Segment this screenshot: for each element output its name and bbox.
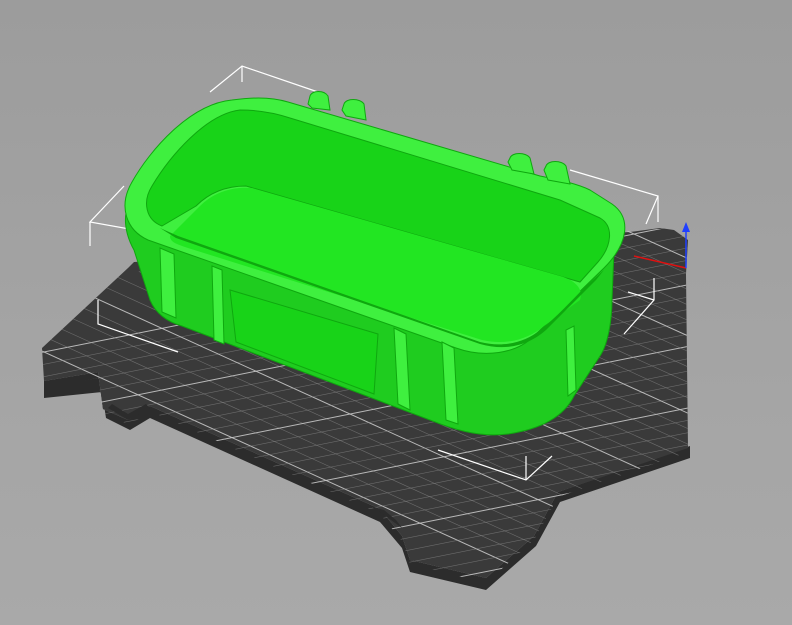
- model-rib-2: [211, 265, 225, 345]
- bbox-corner-top-back-left: [209, 65, 319, 93]
- model-hinge-left-1: [307, 91, 331, 111]
- model-hinge-left-2: [341, 99, 367, 121]
- model-rib-5: [565, 325, 577, 397]
- model-rib-1: [159, 247, 177, 319]
- axis-z-arrow: [682, 222, 690, 232]
- 3d-viewport[interactable]: [0, 0, 792, 625]
- scene-canvas[interactable]: [0, 0, 792, 625]
